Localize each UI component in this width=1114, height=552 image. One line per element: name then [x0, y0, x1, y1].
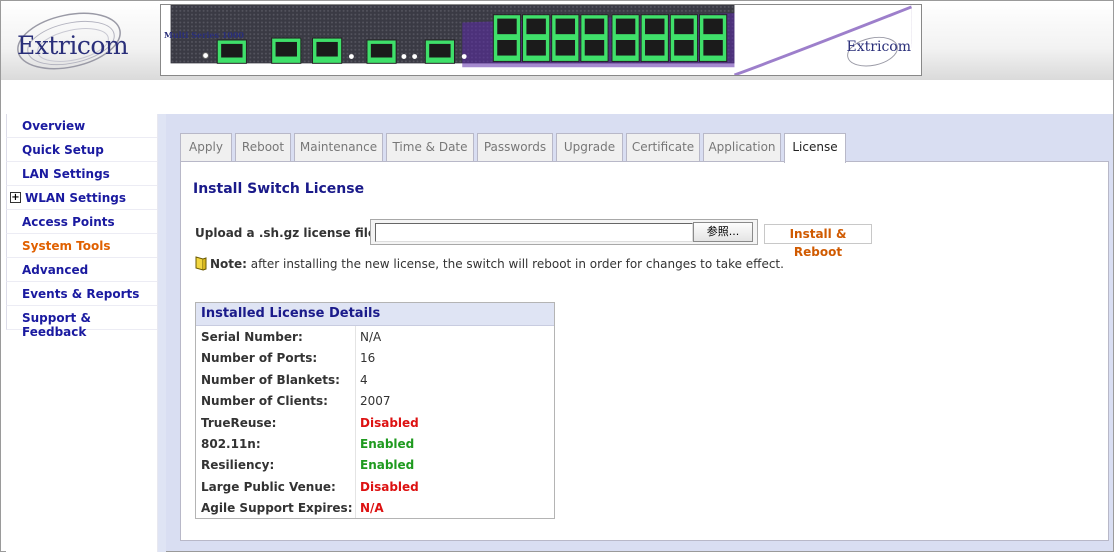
sidebar-item-wlan-settings[interactable]: + WLAN Settings — [6, 186, 157, 210]
table-row: Number of Ports: 16 — [196, 347, 554, 368]
row-key: Agile Support Expires: — [201, 501, 353, 516]
device-logo-text: Extricom — [846, 39, 911, 55]
row-key: Resiliency: — [201, 458, 275, 473]
browse-button[interactable]: 参照... — [693, 222, 753, 242]
table-row: Resiliency: Enabled — [196, 454, 554, 475]
expand-plus-icon[interactable]: + — [10, 192, 21, 203]
table-row: Serial Number: N/A — [196, 326, 554, 347]
install-reboot-button[interactable]: Install & Reboot — [764, 224, 872, 259]
table-row: Large Public Venue: Disabled — [196, 476, 554, 497]
row-key: Serial Number: — [201, 330, 303, 344]
sidebar-item-quick-setup[interactable]: Quick Setup — [6, 138, 157, 162]
status-value: Enabled — [360, 458, 415, 473]
status-value: Enabled — [360, 436, 415, 451]
license-details-heading: Installed License Details — [196, 303, 554, 326]
table-row: Number of Blankets: 4 — [196, 369, 554, 390]
row-key: 802.11n: — [201, 436, 261, 451]
sidebar-item-label[interactable]: Events & Reports — [22, 287, 139, 301]
sidebar-item-label[interactable]: Advanced — [22, 263, 88, 277]
device-panel-image: Multi Series 1000 Extricom — [160, 4, 922, 76]
file-chooser: 参照... — [370, 219, 758, 245]
row-value: 4 — [360, 372, 368, 387]
tab-maintenance[interactable]: Maintenance — [294, 133, 383, 161]
table-row: Number of Clients: 2007 — [196, 390, 554, 411]
sidebar-item-label[interactable]: Overview — [22, 119, 85, 133]
device-model-label: Multi Series 1000 — [164, 30, 244, 40]
sidebar-item-events-reports[interactable]: Events & Reports — [6, 282, 157, 306]
status-value: N/A — [360, 501, 384, 516]
extricom-logo: Extricom — [9, 9, 129, 71]
tab-reboot[interactable]: Reboot — [235, 133, 291, 161]
sidebar-item-access-points[interactable]: Access Points — [6, 210, 157, 234]
license-details-table: Installed License Details Serial Number:… — [195, 302, 555, 519]
upload-label: Upload a .sh.gz license file: — [195, 226, 381, 240]
row-key: Number of Clients: — [201, 394, 328, 409]
row-value: 2007 — [360, 394, 391, 409]
page-title: Install Switch License — [193, 181, 365, 197]
header: Extricom Multi Series 1000 Extricom — [1, 1, 1113, 80]
tab-certificate[interactable]: Certificate — [626, 133, 700, 161]
sidebar-item-label[interactable]: System Tools — [22, 239, 111, 253]
sidebar-item-overview[interactable]: Overview — [6, 114, 157, 138]
sidebar: Overview Quick Setup LAN Settings + WLAN … — [6, 114, 158, 552]
table-row: Agile Support Expires: N/A — [196, 497, 554, 518]
tab-passwords[interactable]: Passwords — [477, 133, 553, 161]
note-text: after installing the new license, the sw… — [246, 257, 784, 271]
content-border — [158, 114, 166, 552]
tab-license[interactable]: License — [784, 133, 846, 163]
note-icon — [195, 256, 207, 271]
row-value: N/A — [360, 330, 382, 344]
logo-text: Extricom — [17, 31, 129, 60]
table-row: TrueReuse: Disabled — [196, 412, 554, 433]
sidebar-item-lan-settings[interactable]: LAN Settings — [6, 162, 157, 186]
sidebar-item-advanced[interactable]: Advanced — [6, 258, 157, 282]
row-key: TrueReuse: — [201, 415, 277, 430]
status-value: Disabled — [360, 415, 419, 430]
tab-upgrade[interactable]: Upgrade — [556, 133, 623, 161]
header-spacer — [1, 80, 1113, 110]
row-key: Number of Ports: — [201, 351, 318, 366]
table-row: 802.11n: Enabled — [196, 433, 554, 454]
status-value: Disabled — [360, 479, 419, 494]
license-file-input[interactable] — [375, 223, 693, 242]
license-panel: Install Switch License Upload a .sh.gz l… — [180, 161, 1109, 541]
row-key: Large Public Venue: — [201, 479, 336, 494]
sidebar-item-label[interactable]: Quick Setup — [22, 143, 104, 157]
tab-application[interactable]: Application — [703, 133, 781, 161]
sidebar-item-support-feedback[interactable]: Support & Feedback — [6, 306, 157, 339]
note-line: Note: after installing the new license, … — [195, 256, 784, 271]
sidebar-item-label[interactable]: WLAN Settings — [25, 191, 126, 205]
sidebar-item-label[interactable]: LAN Settings — [22, 167, 110, 181]
sidebar-item-system-tools[interactable]: System Tools — [6, 234, 157, 258]
row-key: Number of Blankets: — [201, 372, 340, 387]
main-content: Apply Reboot Maintenance Time & Date Pas… — [166, 114, 1113, 551]
tab-apply[interactable]: Apply — [180, 133, 232, 161]
row-value: 16 — [360, 351, 376, 366]
device-faceplate-icon — [170, 5, 912, 75]
note-prefix: Note: — [210, 257, 247, 271]
tab-time-date[interactable]: Time & Date — [386, 133, 474, 161]
sidebar-item-label[interactable]: Support & Feedback — [22, 311, 157, 339]
sidebar-item-label[interactable]: Access Points — [22, 215, 115, 229]
